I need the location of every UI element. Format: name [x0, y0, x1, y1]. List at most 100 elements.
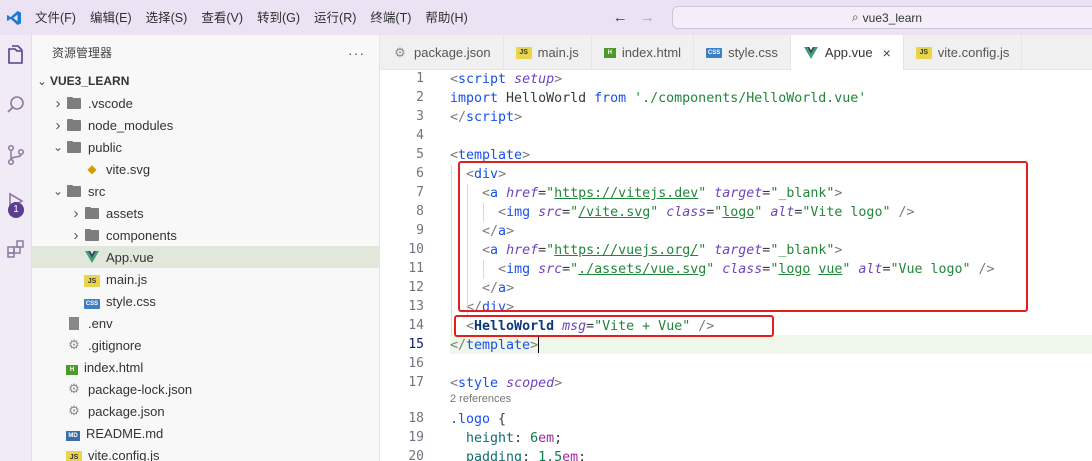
explorer-item-label: main.js — [106, 271, 148, 287]
explorer-item-label: App.vue — [106, 249, 154, 265]
code-line[interactable]: </script> — [450, 108, 522, 127]
css-file-icon: CSS — [706, 47, 723, 58]
explorer-header: 资源管理器 ··· — [32, 35, 379, 70]
explorer-item[interactable]: ⚙ package.json — [32, 400, 380, 422]
explorer-root-folder[interactable]: ⌄ VUE3_LEARN — [32, 70, 380, 92]
menu-item[interactable]: 选择(S) — [139, 6, 195, 30]
explorer-item[interactable]: Hindex.html — [32, 356, 380, 378]
explorer-item[interactable]: JS main.js — [32, 268, 380, 290]
editor-tab[interactable]: CSS style.css — [694, 35, 791, 70]
svg-file-icon: ◆ — [87, 162, 97, 176]
code-editor[interactable]: 1 2 3 4 5 6 7 8 9 10 11 12 13 14 15 16 17 18 19 20 <script … — [380, 70, 1092, 461]
menu-item[interactable]: 转到(G) — [250, 6, 307, 30]
line-number: 10 — [408, 242, 424, 257]
explorer-item[interactable]: ◆ vite.svg — [32, 158, 380, 180]
source-control-icon[interactable] — [0, 139, 32, 171]
line-number: 9 — [416, 223, 424, 238]
explorer-item-label: vite.svg — [106, 161, 151, 177]
code-token: em — [562, 450, 579, 461]
code-token: script — [458, 72, 515, 87]
explorer-item[interactable]: CSS style.css — [32, 290, 380, 312]
vue-file-icon — [803, 45, 819, 61]
line-number: 2 — [416, 90, 424, 105]
explorer-item[interactable]: › components — [32, 224, 380, 246]
explorer-item[interactable]: ⌄ src — [32, 180, 380, 202]
vue-file-icon — [84, 249, 100, 265]
activity-bar: 1 — [0, 35, 32, 461]
code-token: 1.5 — [538, 450, 563, 461]
current-line-highlight — [450, 335, 1092, 354]
code-token: > — [554, 376, 563, 391]
explorer-title: 资源管理器 — [52, 46, 113, 60]
forward-arrow-icon[interactable]: → — [640, 9, 655, 26]
back-arrow-icon[interactable]: ← — [613, 9, 628, 26]
more-actions-icon[interactable]: ··· — [348, 45, 365, 61]
menu-item[interactable]: 查看(V) — [194, 6, 250, 30]
code-line[interactable]: .logo { — [450, 410, 506, 429]
explorer-item[interactable]: ⌄ public — [32, 136, 380, 158]
code-line[interactable]: import HelloWorld from './components/Hel… — [450, 89, 866, 108]
editor-tab[interactable]: JS vite.config.js — [904, 35, 1023, 70]
editor-tab[interactable]: App.vue × — [790, 35, 904, 70]
code-token: > — [554, 72, 563, 87]
code-token: { — [498, 412, 507, 427]
command-center-search[interactable]: ⌕ vue3_learn — [672, 6, 1092, 29]
explorer-item[interactable]: JS vite.config.js — [32, 444, 380, 461]
tab-label: App.vue — [824, 45, 873, 60]
explorer-item[interactable]: › node_modules — [32, 114, 380, 136]
editor-tab[interactable]: Hindex.html — [592, 35, 695, 70]
line-number: 8 — [416, 204, 424, 219]
explorer-item[interactable]: MD README.md — [32, 422, 380, 444]
code-token: < — [450, 148, 459, 163]
config-file-icon: ⚙ — [394, 44, 406, 60]
menu-item[interactable]: 终端(T) — [363, 6, 418, 30]
code-token: import — [450, 91, 507, 106]
extensions-icon[interactable] — [0, 233, 32, 265]
js-file-icon: JS — [515, 46, 532, 59]
explorer-icon[interactable] — [0, 39, 32, 71]
css-file-icon: CSS — [84, 298, 100, 309]
folder-icon — [66, 97, 82, 109]
explorer-item-label: index.html — [84, 359, 144, 375]
code-line[interactable]: height: 6em; — [450, 429, 562, 448]
markdown-file-icon: MD — [66, 430, 80, 441]
code-token: scoped — [506, 376, 555, 391]
indent-guide — [451, 165, 452, 336]
editor-tabs: ⚙ package.json JS main.js Hindex.html CSS styl… — [380, 35, 1092, 70]
code-token: : — [514, 431, 531, 446]
codelens-references[interactable]: 2 references — [450, 393, 511, 405]
folder-icon — [66, 185, 82, 197]
explorer-item[interactable]: › .vscode — [32, 92, 380, 114]
annotation-box-div — [458, 161, 1028, 312]
line-number: 12 — [408, 280, 424, 295]
code-token: < — [450, 376, 459, 391]
explorer-item[interactable]: ⚙ package-lock.json — [32, 378, 380, 400]
menu-item[interactable]: 编辑(E) — [83, 6, 139, 30]
code-line[interactable]: padding: 1.5em; — [450, 448, 586, 461]
explorer-item[interactable]: App.vue — [32, 246, 380, 268]
menu-item[interactable]: 运行(R) — [307, 6, 363, 30]
line-number: 4 — [416, 128, 424, 143]
code-token: padding — [466, 450, 523, 461]
editor-tab[interactable]: JS main.js — [504, 35, 592, 70]
close-icon[interactable]: × — [883, 45, 891, 61]
vscode-logo-icon — [4, 8, 24, 28]
editor-tab[interactable]: ⚙ package.json — [380, 35, 504, 70]
explorer-item-label: assets — [106, 205, 144, 221]
code-line[interactable]: </template> — [450, 336, 540, 355]
explorer-item[interactable]: › assets — [32, 202, 380, 224]
line-number: 17 — [408, 375, 424, 390]
folder-icon — [66, 119, 82, 131]
html-file-icon: H — [66, 364, 78, 375]
title-bar: 文件(F) 编辑(E) 选择(S) 查看(V) 转到(G) 运行(R) 终端(T) 帮助(H)… — [0, 0, 1092, 35]
search-view-icon[interactable] — [0, 89, 32, 121]
code-line[interactable]: <script setup> — [450, 70, 562, 89]
explorer-item[interactable]: .env — [32, 312, 380, 334]
menu-item[interactable]: 帮助(H) — [418, 6, 474, 30]
menu-item[interactable]: 文件(F) — [28, 6, 83, 30]
code-line[interactable]: <style scoped> — [450, 374, 562, 393]
explorer-item[interactable]: ⚙ .gitignore — [32, 334, 380, 356]
js-file-icon: JS — [66, 451, 82, 461]
code-token: > — [530, 338, 539, 353]
html-file-icon: H — [603, 47, 616, 58]
